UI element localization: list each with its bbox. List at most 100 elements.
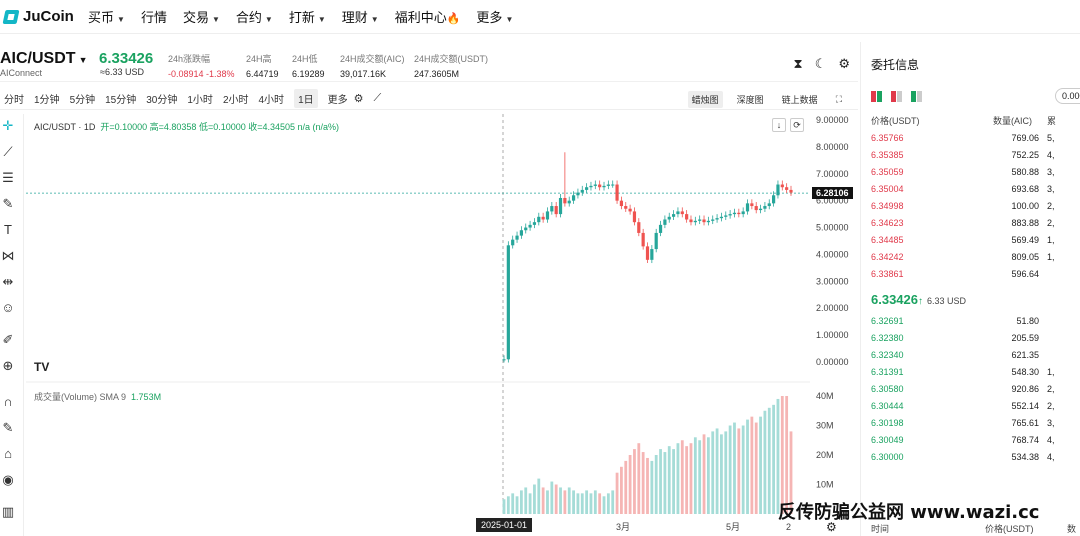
bid-row[interactable]: 6.30000 534.38 4, <box>871 452 1080 469</box>
volume-bar <box>572 490 575 514</box>
bid-row[interactable]: 6.31391 548.30 1, <box>871 367 1080 384</box>
brush-icon[interactable]: ✎ <box>0 196 16 212</box>
bid-row[interactable]: 6.32691 51.80 <box>871 316 1080 333</box>
candle <box>589 185 593 188</box>
bid-row[interactable]: 6.32380 205.59 <box>871 333 1080 350</box>
price-chart[interactable]: 9.00000 8.00000 7.00000 6.00000 5.00000 4.000… <box>26 114 858 536</box>
nav-item-6[interactable]: 福利中心🔥 <box>395 7 461 26</box>
ask-row[interactable]: 6.33861 596.64 <box>871 269 1080 286</box>
indicator-settings-icon[interactable]: ⚙ <box>354 92 364 105</box>
ask-row[interactable]: 6.35059 580.88 3, <box>871 167 1080 184</box>
refresh-icon[interactable]: ⟳ <box>790 118 804 132</box>
volume-bar <box>685 446 689 514</box>
timeframe-0[interactable]: 分时 <box>4 91 24 106</box>
timeframe-8[interactable]: 1日 <box>294 89 318 108</box>
candle <box>658 224 663 233</box>
ask-total: 4, <box>1047 150 1055 160</box>
timeframe-9[interactable]: 更多 <box>328 91 348 106</box>
volume-bar <box>720 434 723 514</box>
nav-item-2[interactable]: 交易 ▼ <box>183 7 220 26</box>
magnet-icon[interactable]: ∩ <box>0 394 16 409</box>
candle <box>554 206 558 215</box>
trash-icon[interactable]: ▥ <box>0 504 16 520</box>
ask-row[interactable]: 6.35385 752.25 4, <box>871 150 1080 167</box>
bid-row[interactable]: 6.30444 552.14 2, <box>871 401 1080 418</box>
price-axis-tick: 8.00000 <box>816 142 849 152</box>
timeframe-3[interactable]: 15分钟 <box>105 91 136 106</box>
ask-row[interactable]: 6.35004 693.68 3, <box>871 184 1080 201</box>
bid-price: 6.30580 <box>871 384 904 394</box>
candle <box>519 230 523 236</box>
pair-selector[interactable]: AIC/USDT ▼ <box>0 50 87 68</box>
ask-row[interactable]: 6.34242 809.05 1, <box>871 252 1080 269</box>
ticker-actions: ⧗ ☾ ⚙ <box>794 56 850 72</box>
horizontal-lines-icon[interactable]: ☰ <box>0 170 16 186</box>
ask-row[interactable]: 6.34623 883.88 2, <box>871 218 1080 235</box>
timeframe-2[interactable]: 5分钟 <box>70 91 96 106</box>
candle <box>541 216 545 220</box>
bid-row[interactable]: 6.30198 765.61 3, <box>871 418 1080 435</box>
bid-row[interactable]: 6.30580 920.86 2, <box>871 384 1080 401</box>
view-tab-2[interactable]: 链上数据 <box>778 91 822 108</box>
ask-row[interactable]: 6.35766 769.06 5, <box>871 133 1080 150</box>
candle <box>728 214 732 216</box>
ask-price: 6.35385 <box>871 150 904 160</box>
book-both-icon[interactable] <box>871 91 883 102</box>
download-icon[interactable]: ↓ <box>772 118 786 132</box>
nav-item-0[interactable]: 买币 ▼ <box>88 7 125 26</box>
project-name[interactable]: AIConnect <box>0 68 42 78</box>
nav-item-5[interactable]: 理财 ▼ <box>342 7 379 26</box>
visibility-icon[interactable]: ◉ <box>0 472 16 488</box>
timeframe-1[interactable]: 1分钟 <box>34 91 60 106</box>
volume-bar <box>563 490 567 514</box>
fullscreen-icon[interactable]: ⛶ <box>832 92 846 107</box>
bid-row[interactable]: 6.30049 768.74 4, <box>871 435 1080 452</box>
timeframe-6[interactable]: 2小时 <box>223 91 249 106</box>
tradingview-logo: TV <box>34 360 50 374</box>
arrow-up-icon: ↑ <box>918 296 923 307</box>
ruler-icon[interactable]: ✐ <box>0 332 16 348</box>
lock-drawing-icon[interactable]: ✎ <box>0 420 16 436</box>
emoji-icon[interactable]: ☺ <box>0 300 16 315</box>
volume-bar <box>524 487 528 514</box>
ask-total: 2, <box>1047 218 1055 228</box>
candle <box>689 219 693 223</box>
timeframe-7[interactable]: 4小时 <box>259 91 285 106</box>
jucoin-logo[interactable]: JuCoin <box>2 8 88 25</box>
nav-item-1[interactable]: 行情 <box>141 7 167 26</box>
crosshair-icon[interactable]: ✛ <box>0 118 16 134</box>
nav-item-4[interactable]: 打新 ▼ <box>289 7 326 26</box>
volume-bar <box>515 496 519 514</box>
candle <box>676 211 680 215</box>
nav-item-3[interactable]: 合约 ▼ <box>236 7 273 26</box>
text-tool-icon[interactable]: T <box>0 222 16 237</box>
timeframe-4[interactable]: 30分钟 <box>146 91 177 106</box>
volume-bar <box>541 487 545 514</box>
top-nav: JuCoin 买币 ▼ 行情 交易 ▼ 合约 ▼ 打新 ▼ 理财 ▼ 福利中心🔥 更多 ▼ <box>0 0 1080 34</box>
bid-amount: 548.30 <box>1011 367 1039 377</box>
layout-icon[interactable]: ⧗ <box>794 56 803 72</box>
dark-mode-icon[interactable]: ☾ <box>815 56 827 72</box>
view-tab-1[interactable]: 深度图 <box>733 91 768 108</box>
bid-row[interactable]: 6.32340 621.35 <box>871 350 1080 367</box>
indicator-icon[interactable]: ⟋ <box>374 92 382 105</box>
ask-row[interactable]: 6.34485 569.49 1, <box>871 235 1080 252</box>
candle <box>602 185 606 188</box>
precision-select[interactable]: 0.000 <box>1055 88 1080 104</box>
candle <box>524 227 528 231</box>
view-tab-0[interactable]: 蜡烛图 <box>687 91 723 108</box>
measure-range-icon[interactable]: ⇹ <box>0 274 16 290</box>
bid-amount: 621.35 <box>1011 350 1039 360</box>
trend-line-icon[interactable]: ⟋ <box>0 144 16 160</box>
ticker-stat: 24H成交额(AIC) 39,017.16K <box>340 52 405 79</box>
lock-icon[interactable]: ⌂ <box>0 446 16 461</box>
pattern-icon[interactable]: ⋈ <box>0 248 16 264</box>
gear-icon[interactable]: ⚙ <box>838 56 850 72</box>
book-asks-icon[interactable] <box>891 91 903 102</box>
ask-row[interactable]: 6.34998 100.00 2, <box>871 201 1080 218</box>
volume-bar <box>724 431 728 514</box>
timeframe-5[interactable]: 1小时 <box>187 91 213 106</box>
nav-item-7[interactable]: 更多 ▼ <box>476 7 513 26</box>
book-bids-icon[interactable] <box>911 91 923 102</box>
zoom-in-icon[interactable]: ⊕ <box>0 358 16 374</box>
